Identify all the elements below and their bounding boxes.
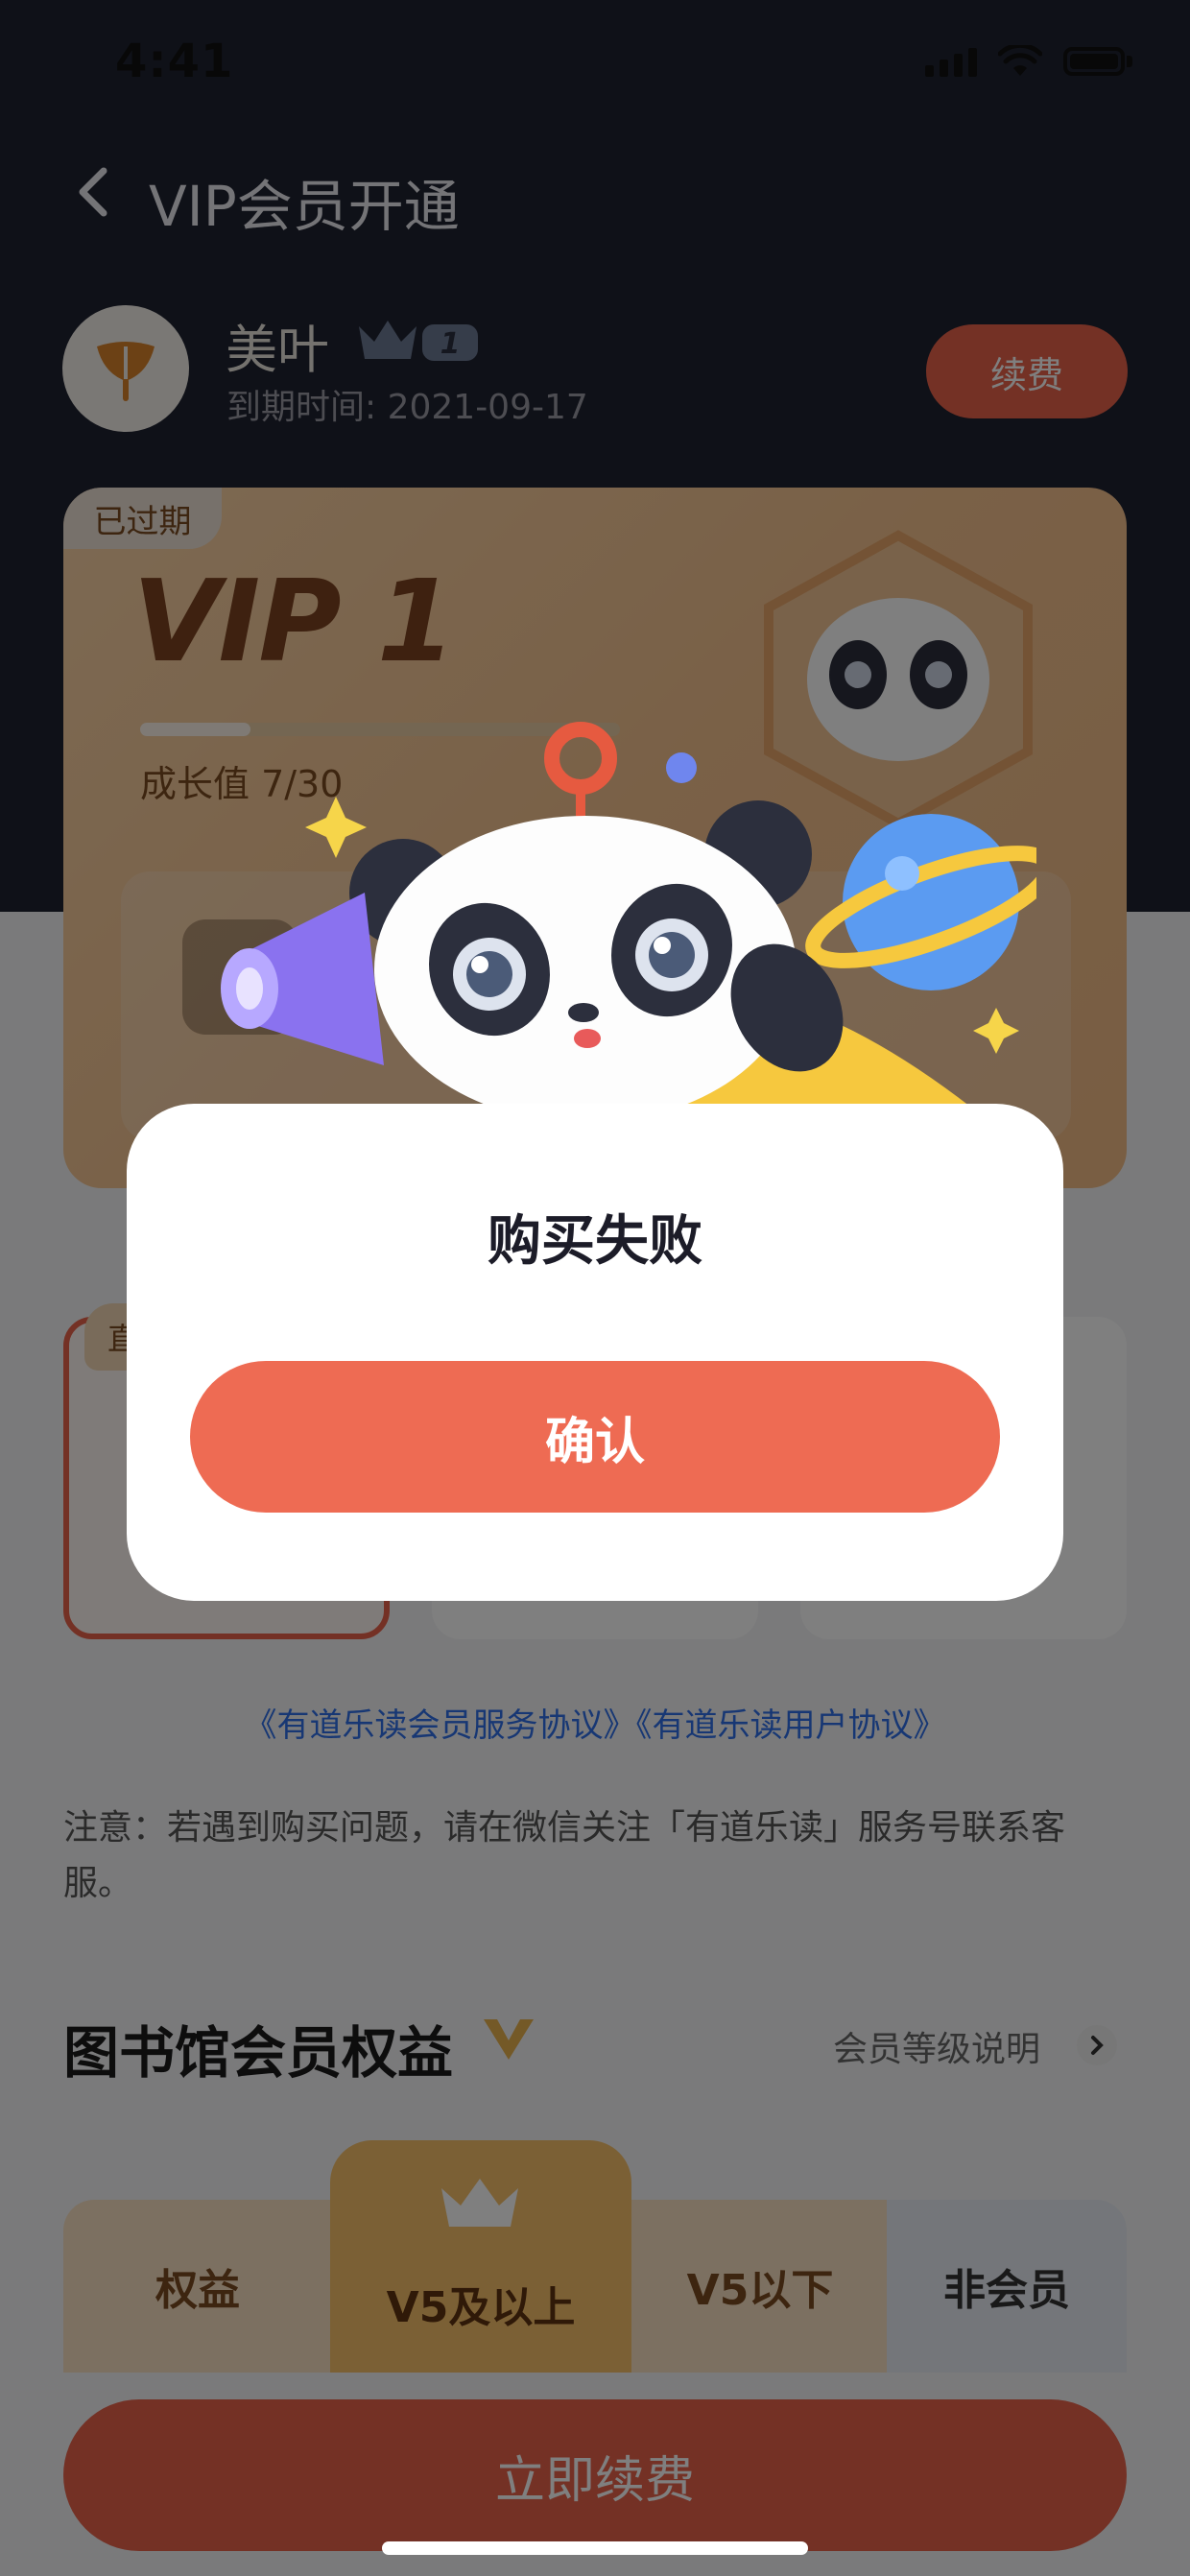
dialog-title: 购买失败: [488, 1210, 702, 1273]
purchase-failed-dialog: 购买失败 确认: [127, 1104, 1063, 1601]
panda-megaphone-illustration: [221, 722, 1036, 1113]
confirm-button[interactable]: 确认: [190, 1361, 1000, 1513]
home-indicator[interactable]: [382, 2541, 808, 2555]
